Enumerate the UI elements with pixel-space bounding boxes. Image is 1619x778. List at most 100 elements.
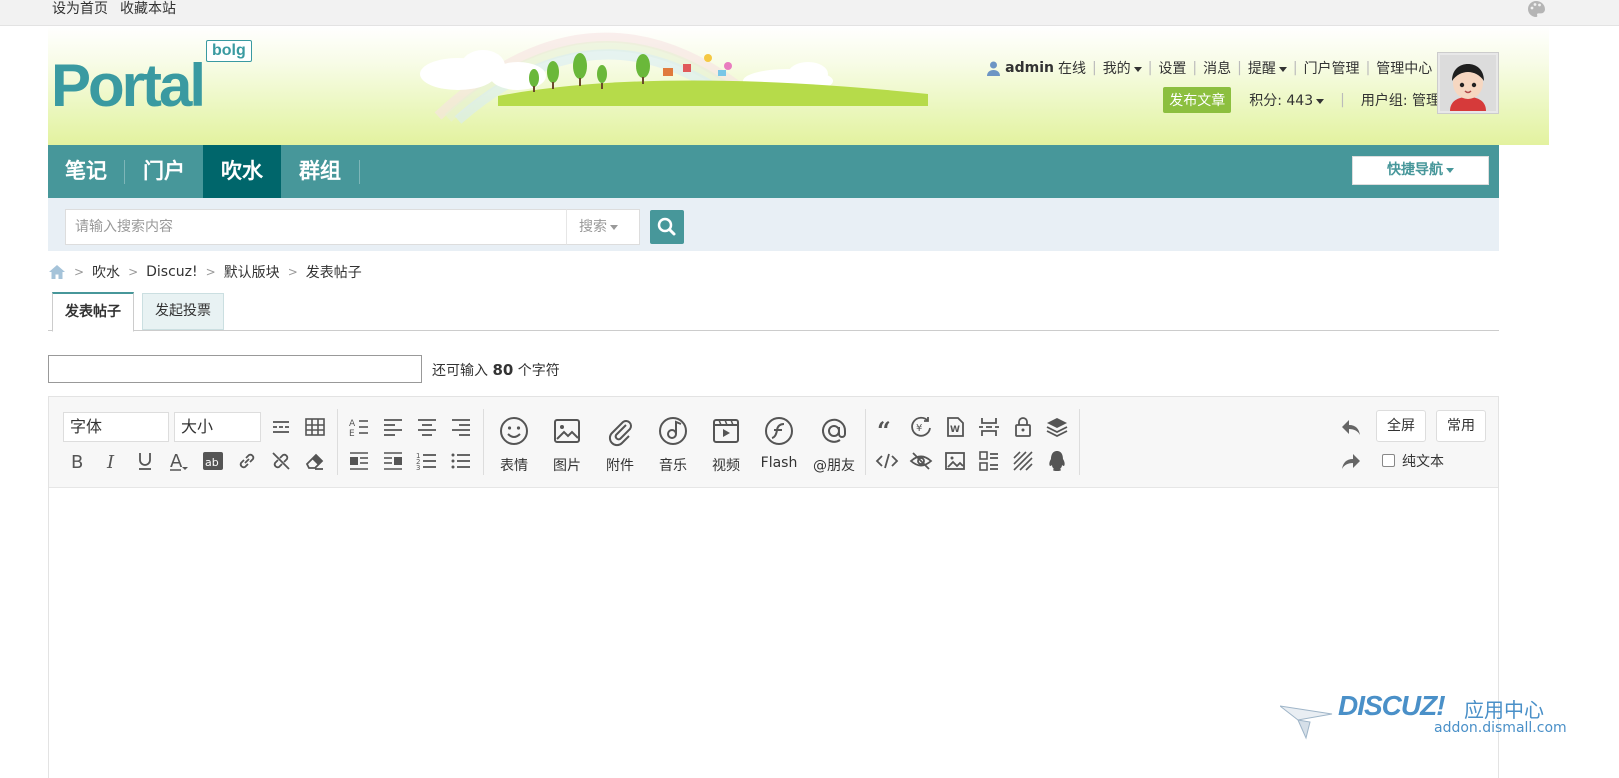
image-icon xyxy=(554,419,580,443)
paid-content-icon[interactable]: ¥ xyxy=(909,415,933,439)
breadcrumb-current: 发表帖子 xyxy=(305,265,362,281)
plaintext-checkbox[interactable] xyxy=(1382,454,1395,467)
italic-icon[interactable]: I xyxy=(99,449,123,473)
menu-admin-center[interactable]: 管理中心 xyxy=(1376,58,1432,78)
video-button[interactable]: 视频 xyxy=(703,415,749,475)
nav-item-notes[interactable]: 笔记 xyxy=(48,145,124,198)
svg-text:ab: ab xyxy=(205,456,219,469)
video-icon xyxy=(713,419,739,443)
image-upload-icon[interactable] xyxy=(943,449,967,473)
tab-start-poll[interactable]: 发起投票 xyxy=(142,293,224,330)
nav-item-chat-active[interactable]: 吹水 xyxy=(203,145,281,198)
nav-item-groups[interactable]: 群组 xyxy=(281,145,359,198)
menu-settings[interactable]: 设置 xyxy=(1158,58,1186,78)
ordered-list-icon[interactable]: 123 xyxy=(415,449,439,473)
background-color-icon[interactable]: ab xyxy=(201,449,225,473)
search-type-select[interactable]: 搜索 xyxy=(566,209,640,245)
search-input[interactable]: 请输入搜索内容 xyxy=(65,209,567,245)
music-icon xyxy=(659,417,687,445)
code-icon[interactable] xyxy=(875,449,899,473)
flash-icon xyxy=(765,417,793,445)
link-icon[interactable] xyxy=(235,449,259,473)
watermark-brand: DISCUZ! xyxy=(1338,690,1446,721)
title-char-counter: 还可输入 80 个字符 xyxy=(432,361,560,379)
site-logo[interactable]: Portal xyxy=(51,56,206,116)
user-nav: admin 在线 | 我的 | 设置 | 消息 | 提醒 | 门户管理 | 管理… xyxy=(987,58,1477,78)
svg-text:¥: ¥ xyxy=(916,423,922,434)
main-nav: 笔记 门户 吹水 群组 快捷导航 xyxy=(48,145,1499,198)
svg-text:B: B xyxy=(71,452,83,473)
paperclip-icon xyxy=(608,420,632,447)
online-status[interactable]: 在线 xyxy=(1058,58,1086,78)
mention-friend-button[interactable]: @朋友 xyxy=(809,415,859,475)
quick-nav-button[interactable]: 快捷导航 xyxy=(1352,156,1489,185)
common-mode-button[interactable]: 常用 xyxy=(1436,410,1486,442)
image-button[interactable]: 图片 xyxy=(544,415,590,475)
unlink-icon[interactable] xyxy=(269,449,293,473)
post-title-input[interactable] xyxy=(48,355,422,383)
user-icon xyxy=(987,61,1001,76)
breadcrumb-item[interactable]: Discuz! xyxy=(146,264,198,280)
music-button[interactable]: 音乐 xyxy=(650,415,696,475)
menu-my[interactable]: 我的 xyxy=(1103,58,1142,78)
attachment-button[interactable]: 附件 xyxy=(597,415,643,475)
svg-text:A: A xyxy=(349,419,356,429)
site-header: Portal bolg admin 在线 | 我的 | 设置 | 消息 | 提醒… xyxy=(48,26,1549,145)
post-tabs: 发表帖子 发起投票 xyxy=(48,292,1499,332)
hide-content-icon[interactable] xyxy=(909,449,933,473)
bookmark-link[interactable]: 收藏本站 xyxy=(120,0,176,18)
align-left-icon[interactable] xyxy=(381,415,405,439)
menu-messages[interactable]: 消息 xyxy=(1203,58,1231,78)
font-select[interactable]: 字体 xyxy=(63,412,169,442)
float-left-icon[interactable] xyxy=(347,449,371,473)
align-center-icon[interactable] xyxy=(415,415,439,439)
redo-icon[interactable] xyxy=(1339,449,1363,473)
tab-post-thread[interactable]: 发表帖子 xyxy=(52,292,134,332)
set-homepage-link[interactable]: 设为首页 xyxy=(52,0,108,18)
nav-item-portal[interactable]: 门户 xyxy=(125,145,203,198)
fullscreen-button[interactable]: 全屏 xyxy=(1376,410,1426,442)
breadcrumb-item[interactable]: 吹水 xyxy=(92,262,120,282)
underline-icon[interactable] xyxy=(133,449,157,473)
hatch-pattern-icon[interactable] xyxy=(1011,449,1035,473)
watermark-cn: 应用中心 xyxy=(1464,698,1544,722)
watermark-url: addon.dismall.com xyxy=(1434,720,1567,736)
unordered-list-icon[interactable] xyxy=(449,449,473,473)
breadcrumb-item[interactable]: 默认版块 xyxy=(224,262,280,282)
menu-reminders[interactable]: 提醒 xyxy=(1248,58,1287,78)
table-icon[interactable] xyxy=(303,415,327,439)
quote-icon[interactable]: “ xyxy=(875,415,899,445)
horizontal-rule-icon[interactable] xyxy=(269,415,293,439)
eraser-icon[interactable] xyxy=(303,449,327,473)
page-break-icon[interactable] xyxy=(977,415,1001,439)
list-layout-icon[interactable] xyxy=(977,449,1001,473)
font-color-icon[interactable]: A xyxy=(167,449,191,473)
layers-icon[interactable] xyxy=(1045,415,1069,439)
header-landscape-illustration xyxy=(420,32,928,124)
menu-portal-admin[interactable]: 门户管理 xyxy=(1304,58,1360,78)
palette-icon[interactable] xyxy=(1526,0,1546,19)
publish-article-button[interactable]: 发布文章 xyxy=(1163,87,1232,113)
breadcrumb: > 吹水 > Discuz! > 默认版块 > 发表帖子 xyxy=(48,262,362,282)
emoji-button[interactable]: 表情 xyxy=(491,415,537,475)
flash-button[interactable]: Flash xyxy=(756,415,802,475)
svg-text:E: E xyxy=(349,429,355,439)
lock-icon[interactable] xyxy=(1011,415,1035,439)
undo-icon[interactable] xyxy=(1339,415,1363,439)
at-sign-icon xyxy=(822,418,847,443)
search-button[interactable] xyxy=(650,210,684,244)
bold-icon[interactable]: B xyxy=(65,449,89,473)
align-right-icon[interactable] xyxy=(449,415,473,439)
svg-text:I: I xyxy=(106,452,115,473)
text-sort-icon[interactable]: AE xyxy=(347,415,371,439)
float-right-icon[interactable] xyxy=(381,449,405,473)
username-link[interactable]: admin xyxy=(1005,60,1054,76)
points-dropdown[interactable]: 积分: 443 xyxy=(1249,90,1325,110)
svg-text:A: A xyxy=(170,451,183,472)
font-size-select[interactable]: 大小 xyxy=(174,412,261,442)
home-icon[interactable] xyxy=(48,264,66,280)
avatar[interactable] xyxy=(1437,52,1499,114)
word-doc-icon[interactable]: W xyxy=(943,415,967,439)
qq-icon[interactable] xyxy=(1045,449,1069,473)
plaintext-label[interactable]: 纯文本 xyxy=(1402,451,1444,471)
